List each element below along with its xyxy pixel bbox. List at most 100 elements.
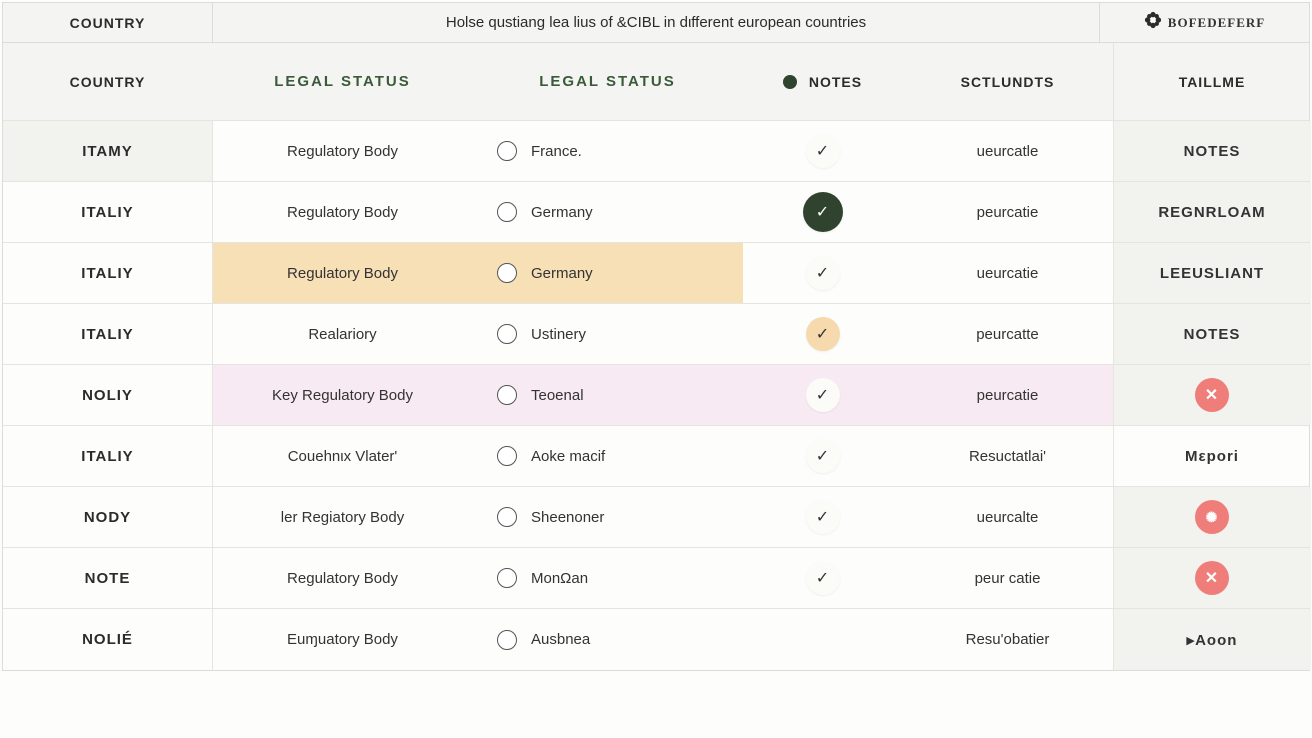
cell-notes: ✓ [743, 121, 903, 181]
cell-legal-country: MonΩan [473, 548, 743, 608]
table-row[interactable]: ITALIYCouehnιx Vlater' Aoke macif ✓ Resucta… [3, 426, 1309, 487]
cell-country: NOTE [3, 548, 213, 608]
cell-sct: ueurcatle [903, 121, 1113, 181]
cell-tail: REGNRLOAM [1113, 182, 1311, 242]
cell-sct: peurcatte [903, 304, 1113, 364]
cell-sct: peurcatie [903, 365, 1113, 425]
cell-country: ITALIY [3, 426, 213, 486]
dot-icon [783, 75, 797, 89]
cell-notes: ✓ [743, 426, 903, 486]
cell-country: ITALIY [3, 182, 213, 242]
cell-legal-body: Realariory [213, 304, 473, 364]
cell-tail: ✕ [1113, 548, 1311, 608]
cell-legal-country: Ausbnea [473, 609, 743, 670]
brand-text: BOFEDEFERF [1168, 15, 1265, 31]
cell-notes: ✓ [743, 243, 903, 303]
cell-notes: ✓ [743, 487, 903, 547]
cell-country: ITALIY [3, 243, 213, 303]
cell-legal-country: France. [473, 121, 743, 181]
cell-legal-body: Couehnιx Vlater' [213, 426, 473, 486]
cell-legal-country: Ustinery [473, 304, 743, 364]
cell-legal-body: ler Regiatory Body [213, 487, 473, 547]
check-icon[interactable]: ✓ [806, 378, 840, 412]
cell-notes: ✓ [743, 365, 903, 425]
cell-tail: ▸Aoon [1113, 609, 1311, 670]
check-icon[interactable]: ✓ [806, 256, 840, 290]
cell-legal-body: Regulatory Body [213, 243, 473, 303]
gear-icon[interactable]: ✺ [1195, 500, 1229, 534]
radio-icon[interactable] [497, 263, 517, 283]
close-icon[interactable]: ✕ [1195, 561, 1229, 595]
th-tail: TAILLME [1113, 43, 1311, 120]
check-icon[interactable]: ✓ [806, 561, 840, 595]
check-icon[interactable]: ✓ [806, 500, 840, 534]
cell-notes [743, 609, 903, 670]
regulatory-table: COUNTRY Holse qustiang lea lius of &CIBL… [2, 2, 1310, 671]
table-row[interactable]: ITALIYRealarioryUstinery✓peurcatteNOTES [3, 304, 1309, 365]
th-notes: NOTES [743, 43, 903, 120]
cell-tail: ✺ [1113, 487, 1311, 547]
cell-country: NODY [3, 487, 213, 547]
brand-area: BOFEDEFERF [1099, 3, 1309, 42]
page-title: Holse qustiang lea lius of &CIBL in dιff… [213, 3, 1099, 42]
cell-tail: LEEUSLIANT [1113, 243, 1311, 303]
cell-legal-body: Regulatory Body [213, 121, 473, 181]
cell-tail: Mεpori [1113, 426, 1311, 486]
cell-sct: Resu'obatier [903, 609, 1113, 670]
cell-notes: ✓ [743, 304, 903, 364]
cell-legal-body: Euɱuatory Body [213, 609, 473, 670]
cell-legal-body: Regulatory Body [213, 548, 473, 608]
table-row[interactable]: NOTERegulatory Body MonΩan ✓ peur catie ✕ [3, 548, 1309, 609]
flower-icon [1144, 11, 1162, 34]
cell-legal-country: Aoke macif [473, 426, 743, 486]
cell-country: ITAMY [3, 121, 213, 181]
radio-icon[interactable] [497, 324, 517, 344]
cell-legal-country-label: Sheenoner [531, 509, 604, 526]
radio-icon[interactable] [497, 385, 517, 405]
cell-sct: Resuctatlai' [903, 426, 1113, 486]
cell-sct: ueurcatie [903, 243, 1113, 303]
table-row[interactable]: ITALIYRegulatory Body Germany ✓ peurcatieRE… [3, 182, 1309, 243]
radio-icon[interactable] [497, 202, 517, 222]
cell-legal-body: Key Regulatory Body [213, 365, 473, 425]
title-row: COUNTRY Holse qustiang lea lius of &CIBL… [3, 3, 1309, 43]
th-legal-1: LEGAL STATUS [213, 43, 473, 120]
check-icon[interactable]: ✓ [806, 439, 840, 473]
radio-icon[interactable] [497, 568, 517, 588]
close-icon[interactable]: ✕ [1195, 378, 1229, 412]
cell-legal-country: Sheenoner [473, 487, 743, 547]
table-row[interactable]: NODYler Regiatory Body Sheenoner ✓ ueurcalt… [3, 487, 1309, 548]
th-legal-2: LEGAL STATUS [473, 43, 743, 120]
cell-tail: NOTES [1113, 304, 1311, 364]
cell-country: NOLIY [3, 365, 213, 425]
cell-sct: peurcatie [903, 182, 1113, 242]
cell-legal-country-label: Teoenal [531, 387, 584, 404]
table-row[interactable]: ITAMYRegulatory BodyFrance. ✓ ueurcatleNOT… [3, 121, 1309, 182]
cell-country: NOLIÉ [3, 609, 213, 670]
check-icon[interactable]: ✓ [803, 192, 843, 232]
cell-sct: peur catie [903, 548, 1113, 608]
check-icon[interactable]: ✓ [806, 134, 840, 168]
radio-icon[interactable] [497, 446, 517, 466]
cell-legal-country: Germany [473, 182, 743, 242]
cell-legal-country-label: MonΩan [531, 570, 588, 587]
title-left-label: COUNTRY [3, 3, 213, 42]
cell-notes: ✓ [743, 548, 903, 608]
cell-legal-country-label: Germany [531, 204, 593, 221]
th-country: COUNTRY [3, 43, 213, 120]
cell-sct: ueurcalte [903, 487, 1113, 547]
cell-legal-country-label: Ausbnea [531, 631, 590, 648]
table-row[interactable]: ITALIYRegulatory BodyGermany✓ueurcatieLE… [3, 243, 1309, 304]
cell-notes: ✓ [743, 182, 903, 242]
th-notes-label: NOTES [809, 74, 862, 90]
radio-icon[interactable] [497, 630, 517, 650]
cell-tail: NOTES [1113, 121, 1311, 181]
cell-tail: ✕ [1113, 365, 1311, 425]
cell-legal-country-label: Aoke macif [531, 448, 605, 465]
check-icon[interactable]: ✓ [806, 317, 840, 351]
table-row[interactable]: NOLIYKey Regulatory Body Teoenal ✓ peurcati… [3, 365, 1309, 426]
radio-icon[interactable] [497, 507, 517, 527]
radio-icon[interactable] [497, 141, 517, 161]
cell-legal-body: Regulatory Body [213, 182, 473, 242]
table-row[interactable]: NOLIÉEuɱuatory Body Ausbnea Resu'obatier▸A… [3, 609, 1309, 670]
